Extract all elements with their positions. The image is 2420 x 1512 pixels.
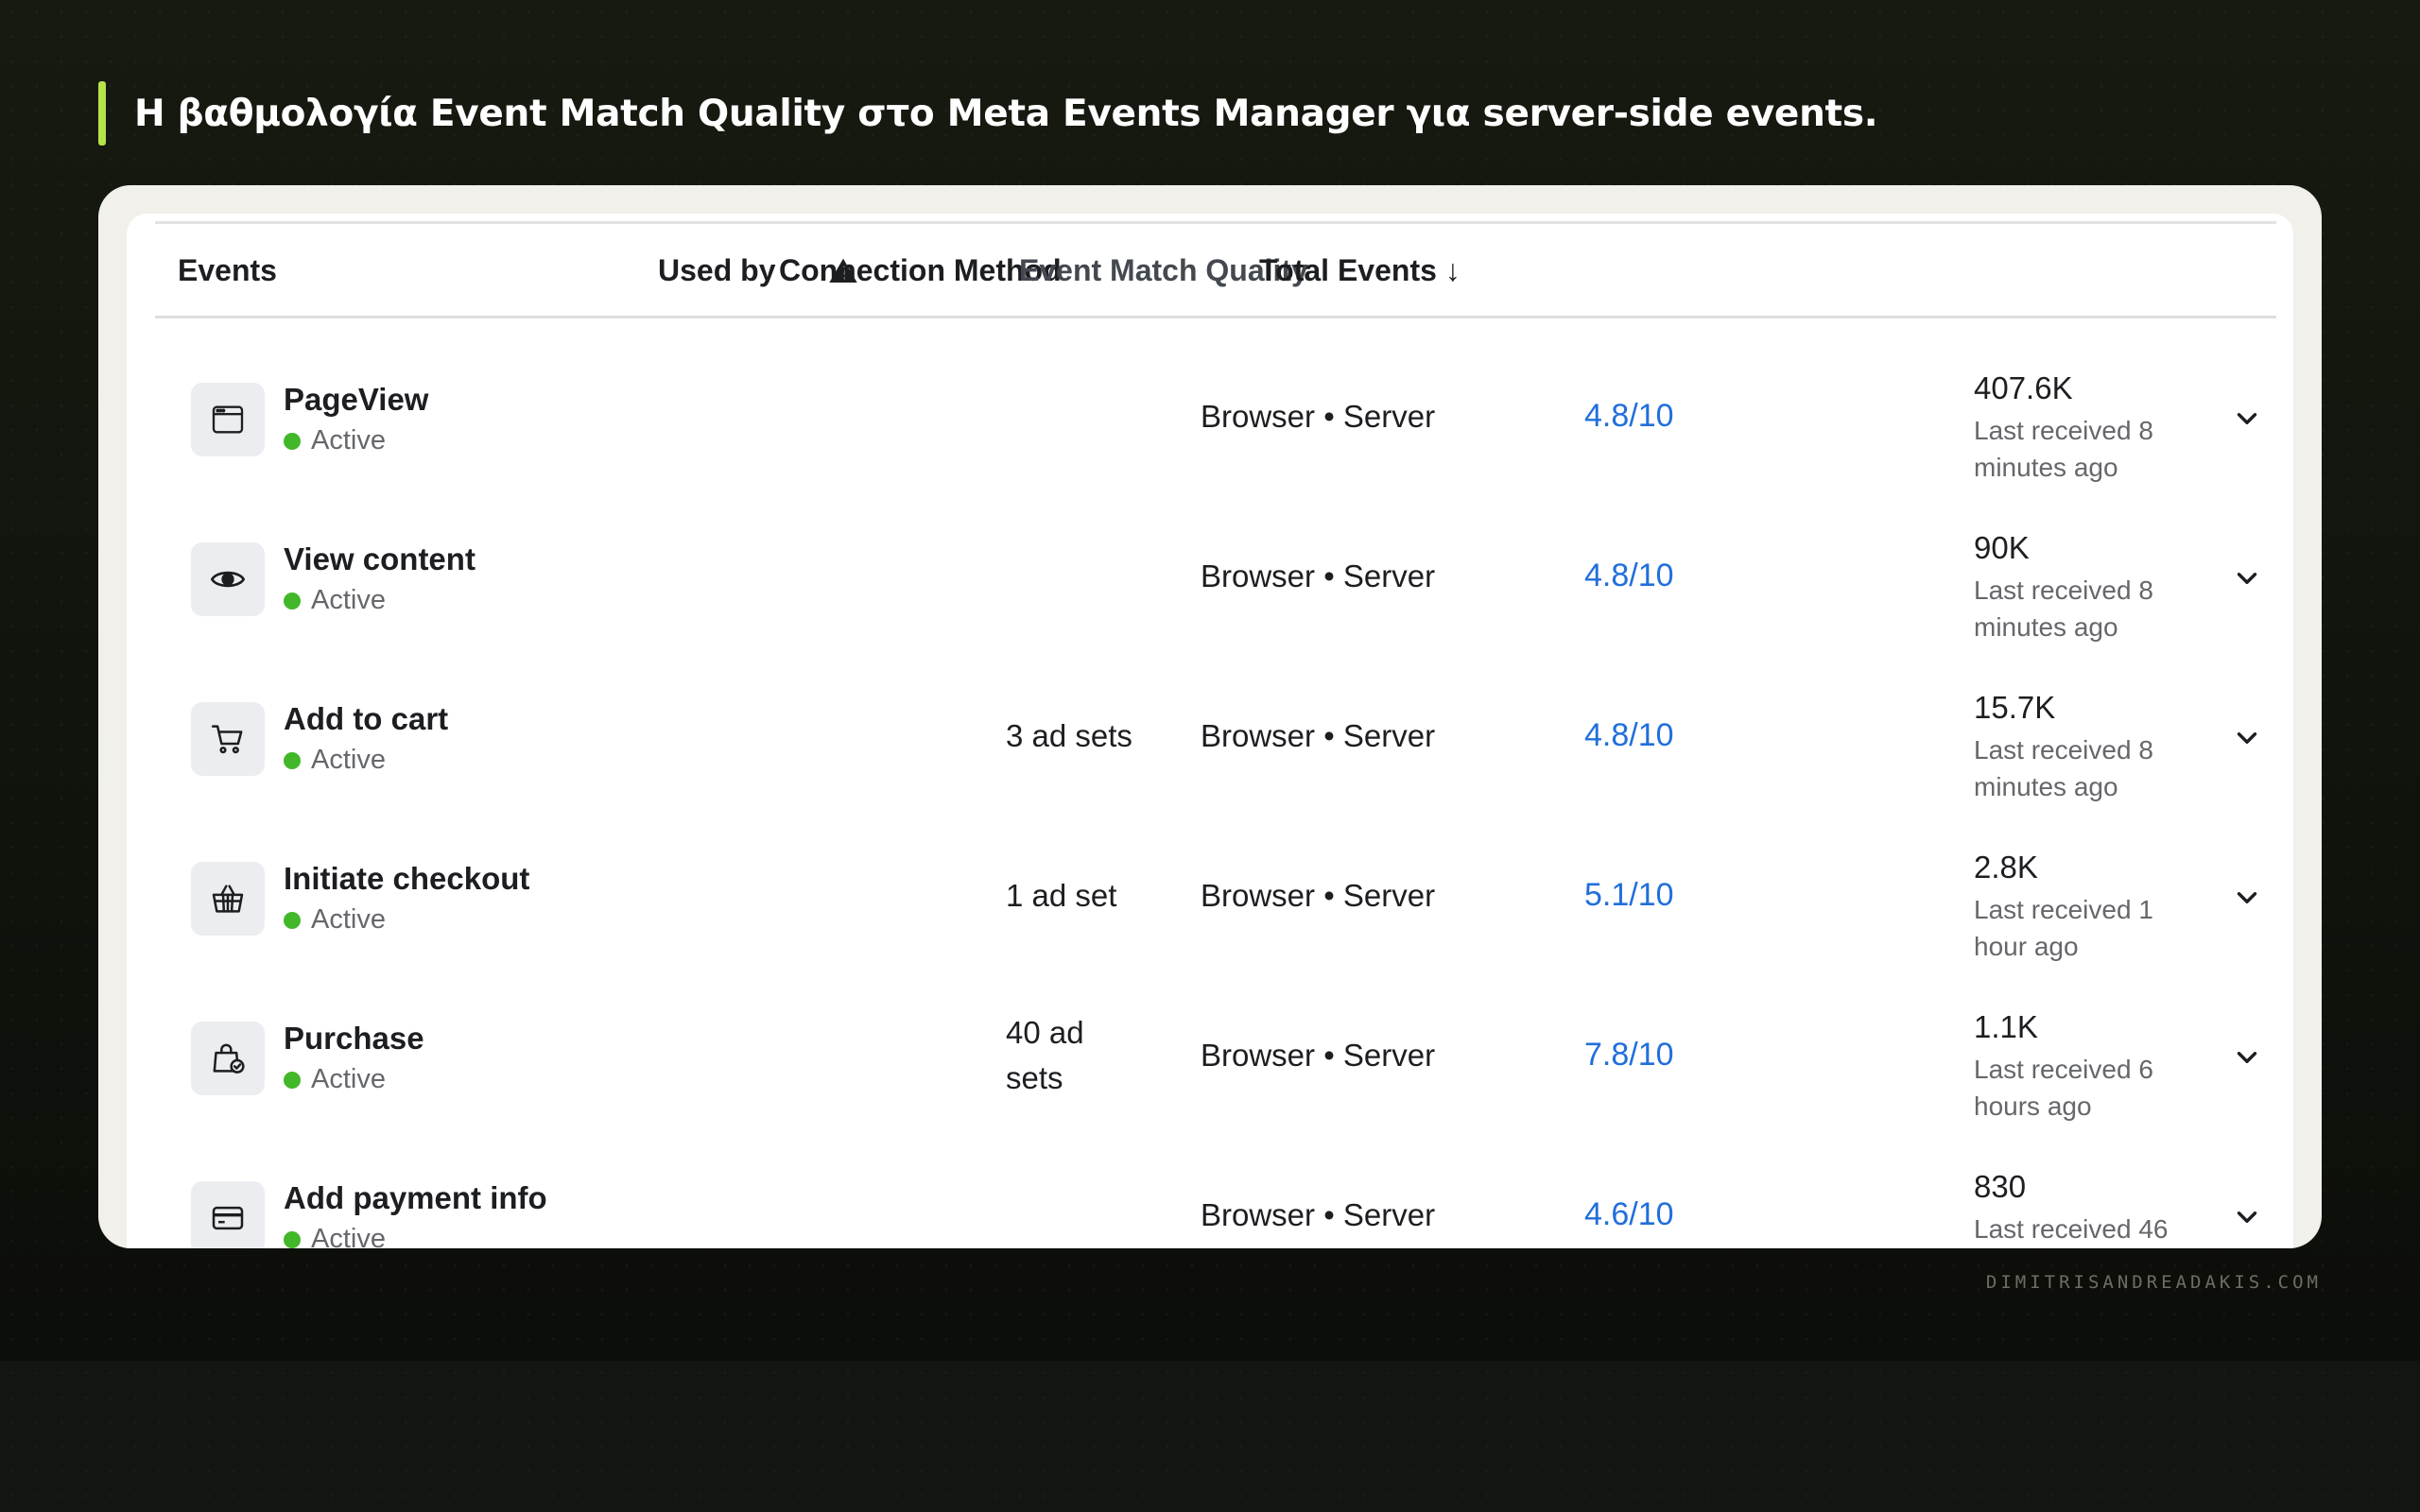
eye-icon xyxy=(191,542,265,616)
chevron-down-icon[interactable] xyxy=(2231,722,2263,754)
used-by-cell[interactable] xyxy=(1006,336,1148,496)
table-row[interactable]: Add payment info Active Browser • Server… xyxy=(155,1135,2276,1248)
table-row[interactable]: View content Active Browser • Server 4.8… xyxy=(155,496,2276,656)
connection-method-cell: Browser • Server xyxy=(1201,558,1436,593)
table-header: Events Used by Connection Method Event M… xyxy=(155,225,2276,318)
total-events-value: 2.8K xyxy=(1974,850,2038,885)
event-match-quality-link[interactable]: 4.8/10 xyxy=(1584,496,1674,656)
event-name[interactable]: Initiate checkout xyxy=(284,861,529,897)
chevron-down-icon[interactable] xyxy=(2231,1041,2263,1074)
event-match-quality-link[interactable]: 5.1/10 xyxy=(1584,816,1674,975)
connection-method-cell: Browser • Server xyxy=(1201,398,1436,434)
chevron-down-icon[interactable] xyxy=(2231,562,2263,594)
used-by-cell[interactable] xyxy=(1006,1135,1148,1248)
status-label: Active xyxy=(311,904,386,935)
credit-card-icon xyxy=(191,1181,265,1248)
status-badge: Active xyxy=(284,745,386,776)
table-row[interactable]: Add to cart Active 3 ad sets Browser • S… xyxy=(155,656,2276,816)
event-name[interactable]: View content xyxy=(284,541,475,577)
event-match-quality-link[interactable]: 7.8/10 xyxy=(1584,975,1674,1135)
column-header-total-events[interactable]: Total Events ↓ xyxy=(1259,225,1461,316)
status-dot xyxy=(284,592,301,610)
last-received-text: Last received 8 minutes ago xyxy=(1974,576,2153,642)
total-events-value: 1.1K xyxy=(1974,1009,2038,1044)
event-name[interactable]: Add payment info xyxy=(284,1180,547,1216)
chevron-down-icon[interactable] xyxy=(2231,403,2263,435)
last-received-text: Last received 6 hours ago xyxy=(1974,1055,2153,1121)
event-name[interactable]: Add to cart xyxy=(284,701,448,737)
headline: Η βαθμολογία Event Match Quality στο Met… xyxy=(134,92,1878,135)
last-received-text: Last received 46 xyxy=(1974,1214,2169,1244)
page: Η βαθμολογία Event Match Quality στο Met… xyxy=(0,0,2420,1512)
status-dot xyxy=(284,432,301,450)
table-row[interactable]: Purchase Active 40 ad sets Browser • Ser… xyxy=(155,975,2276,1135)
status-dot xyxy=(284,751,301,769)
divider xyxy=(155,221,2276,224)
last-received-text: Last received 1 hour ago xyxy=(1974,895,2153,961)
status-label: Active xyxy=(311,425,386,455)
events-table: Events Used by Connection Method Event M… xyxy=(127,214,2293,1248)
status-label: Active xyxy=(311,1224,386,1248)
shopping-cart-icon xyxy=(191,702,265,776)
event-name[interactable]: PageView xyxy=(284,382,428,418)
used-by-cell[interactable]: 1 ad set xyxy=(1006,816,1148,975)
total-events-value: 830 xyxy=(1974,1169,2027,1204)
event-match-quality-link[interactable]: 4.6/10 xyxy=(1584,1135,1674,1248)
footer-brand: DIMITRISANDREADAKIS.COM xyxy=(1985,1272,2322,1293)
table-row[interactable]: Initiate checkout Active 1 ad set Browse… xyxy=(155,816,2276,975)
event-match-quality-link[interactable]: 4.8/10 xyxy=(1584,336,1674,496)
total-events-value: 15.7K xyxy=(1974,690,2056,725)
used-by-cell[interactable] xyxy=(1006,496,1148,656)
connection-method-cell: Browser • Server xyxy=(1201,877,1436,913)
column-header-used-by[interactable]: Used by xyxy=(658,225,775,316)
status-badge: Active xyxy=(284,1224,386,1248)
status-label: Active xyxy=(311,1064,386,1094)
shopping-bag-icon xyxy=(191,1022,265,1095)
basket-icon xyxy=(191,862,265,936)
column-header-events[interactable]: Events xyxy=(178,225,277,316)
headline-block: Η βαθμολογία Event Match Quality στο Met… xyxy=(98,81,1878,146)
event-match-quality-link[interactable]: 4.8/10 xyxy=(1584,656,1674,816)
status-dot xyxy=(284,1230,301,1248)
browser-window-icon xyxy=(191,383,265,456)
connection-method-cell: Browser • Server xyxy=(1201,1037,1436,1073)
used-by-cell[interactable]: 40 ad sets xyxy=(1006,975,1148,1135)
status-badge: Active xyxy=(284,1064,386,1095)
status-label: Active xyxy=(311,585,386,615)
total-events-value: 407.6K xyxy=(1974,370,2073,405)
status-label: Active xyxy=(311,745,386,775)
total-events-value: 90K xyxy=(1974,530,2030,565)
screenshot-card: Events Used by Connection Method Event M… xyxy=(98,185,2322,1248)
connection-method-cell: Browser • Server xyxy=(1201,1196,1436,1232)
status-dot xyxy=(284,1071,301,1089)
last-received-text: Last received 8 minutes ago xyxy=(1974,416,2153,482)
connection-method-cell: Browser • Server xyxy=(1201,717,1436,753)
event-name[interactable]: Purchase xyxy=(284,1021,424,1057)
chevron-down-icon[interactable] xyxy=(2231,882,2263,914)
background-band xyxy=(0,1361,2420,1512)
last-received-text: Last received 8 minutes ago xyxy=(1974,735,2153,801)
chevron-down-icon[interactable] xyxy=(2231,1201,2263,1233)
status-dot xyxy=(284,911,301,929)
accent-bar xyxy=(98,81,106,146)
status-badge: Active xyxy=(284,425,386,456)
used-by-cell[interactable]: 3 ad sets xyxy=(1006,656,1148,816)
status-badge: Active xyxy=(284,585,386,616)
status-badge: Active xyxy=(284,904,386,936)
table-row[interactable]: PageView Active Browser • Server 4.8/10 … xyxy=(155,336,2276,496)
